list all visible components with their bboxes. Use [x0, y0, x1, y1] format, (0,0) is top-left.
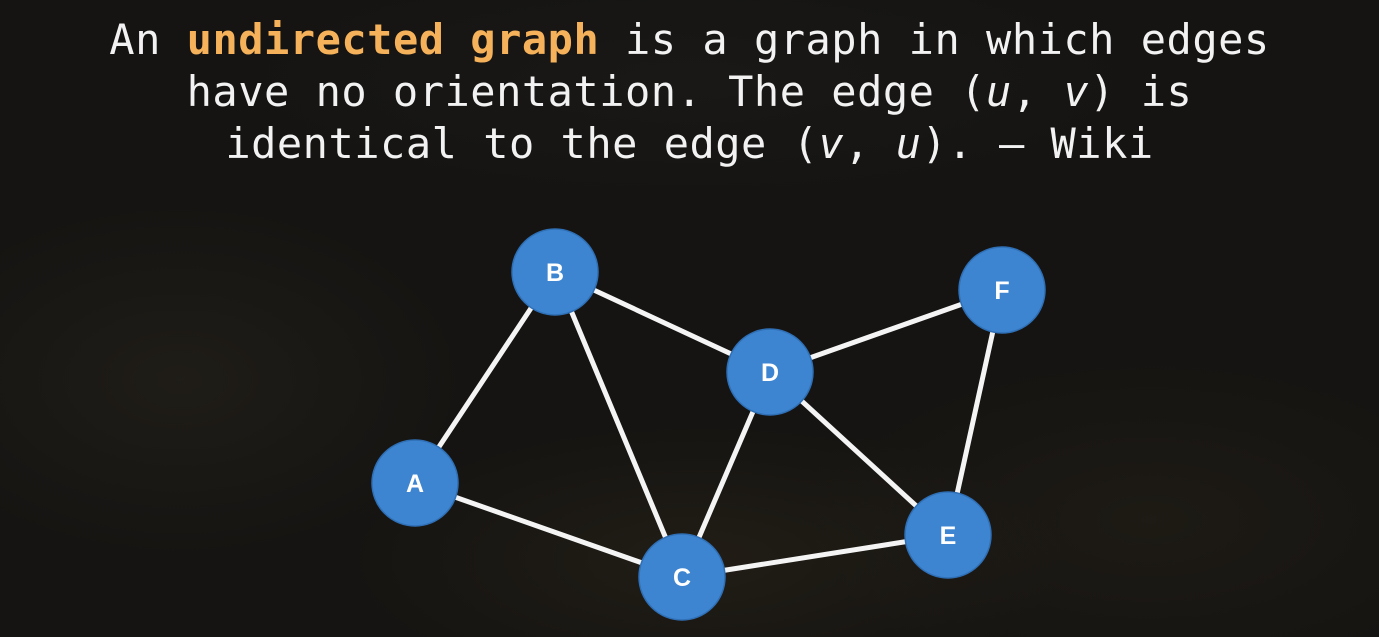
node-f: F — [958, 246, 1046, 334]
graph-nodes: A B C D E F — [371, 228, 1046, 621]
node-label: B — [546, 259, 564, 287]
node-label: F — [994, 277, 1009, 305]
node-a: A — [371, 439, 459, 527]
undirected-graph-diagram: A B C D E F — [371, 228, 1046, 621]
node-label: A — [406, 470, 424, 498]
node-label: C — [673, 564, 691, 592]
node-label: D — [761, 359, 779, 387]
node-e: E — [904, 491, 992, 579]
node-b: B — [511, 228, 599, 316]
node-c: C — [638, 533, 726, 621]
node-label: E — [940, 522, 957, 550]
edge-b-c — [552, 269, 685, 580]
node-d: D — [726, 328, 814, 416]
